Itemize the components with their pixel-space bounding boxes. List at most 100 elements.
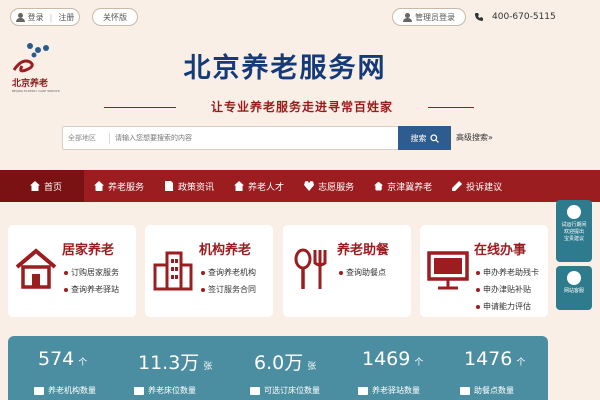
feedback-line: 欢迎提出: [563, 229, 584, 235]
search-bar: 全部地区 搜索: [62, 126, 451, 150]
card-link[interactable]: 申办养老助残卡: [476, 267, 539, 278]
stat-label: 助餐点数量: [460, 385, 514, 396]
card-online-service[interactable]: 在线办事 申办养老助残卡 申办津贴补贴 申请能力评估: [420, 225, 548, 317]
admin-login-button[interactable]: 管理员登录: [392, 8, 466, 26]
customer-service-label: 网站客服: [563, 288, 584, 294]
house-icon: [15, 248, 57, 289]
card-title: 机构养老: [199, 243, 252, 258]
card-link[interactable]: 查询助餐点: [339, 267, 386, 278]
card-link-label: 申办养老助残卡: [483, 268, 539, 277]
feedback-line: 宝贵建议: [563, 236, 584, 242]
nav-item-label: 政策资讯: [178, 182, 215, 193]
bullet: [201, 287, 205, 292]
stat-value: 574 个: [38, 348, 88, 370]
register-link[interactable]: 注册: [58, 12, 74, 23]
nav-item-volunteer[interactable]: 志愿服务: [294, 170, 364, 202]
admin-login-label: 管理员登录: [415, 12, 455, 22]
card-title: 在线办事: [474, 243, 527, 258]
card-link-label: 查询助餐点: [346, 268, 386, 277]
card-link[interactable]: 订购居家服务: [64, 267, 119, 278]
bullet: [201, 270, 205, 275]
logo-emblem-icon: [12, 43, 49, 73]
stat-label: 养老床位数量: [134, 385, 196, 396]
search-button-label: 搜索: [410, 133, 427, 143]
site-logo[interactable]: 北京养老 BEIJING ELDERLY CARE SERVICE: [8, 40, 88, 100]
nav-item-talent[interactable]: 养老人才: [224, 170, 294, 202]
chat-icon: [567, 271, 581, 285]
bullet: [339, 270, 343, 275]
stats-panel: 574 个 养老机构数量 11.3万张 养老床位数量 6.0万张 可选订床位数量 …: [8, 336, 548, 400]
login-link[interactable]: 登录: [28, 12, 44, 23]
nav-item-label: 志愿服务: [318, 182, 355, 193]
fork-spoon-icon: [294, 248, 327, 289]
building-icon: [34, 386, 44, 395]
hand-icon: [94, 181, 105, 191]
slogan-divider-right: [428, 107, 474, 108]
search-input[interactable]: [115, 130, 395, 146]
stat-value: 1469 个: [362, 348, 424, 370]
main-nav: 首页 养老服务 政策资讯 养老人才 志愿服务 京津冀养老 投诉建议: [0, 170, 600, 202]
feedback-icon: [567, 205, 581, 219]
card-link-label: 查询养老机构: [208, 268, 256, 277]
stat-value: 1476 个: [464, 348, 526, 370]
hotline: 400-670-5115: [474, 9, 556, 25]
card-link[interactable]: 查询养老机构: [201, 267, 256, 278]
card-link-label: 申办津贴补贴: [483, 285, 531, 294]
feedback-float-button[interactable]: 试运行期间 欢迎提出 宝贵建议: [556, 200, 592, 262]
nav-item-label: 首页: [44, 182, 63, 193]
card-link[interactable]: 查询养老驿站: [64, 284, 119, 295]
login-register-pill: 登录 | 注册: [10, 8, 80, 26]
card-link[interactable]: 申请能力评估: [476, 301, 531, 312]
stat-label: 可选订床位数量: [250, 385, 320, 396]
logo-subtext: BEIJING ELDERLY CARE SERVICE: [12, 89, 60, 93]
nav-item-label: 投诉建议: [466, 182, 503, 193]
card-link[interactable]: 申办津贴补贴: [476, 284, 531, 295]
separator: |: [49, 12, 53, 22]
bullet: [476, 270, 480, 275]
bed-icon: [134, 386, 144, 395]
card-meal-service[interactable]: 养老助餐 查询助餐点: [283, 225, 411, 317]
people-icon: [234, 181, 245, 191]
phone-icon: [475, 13, 483, 21]
customer-service-button[interactable]: 网站客服: [556, 266, 592, 310]
nodes-icon: [374, 181, 384, 191]
stat-label: 养老机构数量: [34, 385, 96, 396]
bullet: [476, 287, 480, 292]
stat-value: 6.0万张: [254, 352, 317, 374]
doc-icon: [165, 181, 174, 191]
bullet: [64, 287, 68, 292]
search-button[interactable]: 搜索: [398, 126, 451, 150]
search-icon: [429, 133, 439, 143]
logo-text: 北京养老: [12, 79, 49, 89]
nav-item-label: 京津冀养老: [387, 182, 433, 193]
card-link-label: 签订服务合同: [208, 285, 256, 294]
card-title: 居家养老: [62, 243, 115, 258]
card-home-care[interactable]: 居家养老 订购居家服务 查询养老驿站: [8, 225, 136, 317]
monitor-icon: [427, 251, 469, 290]
site-slogan: 让专业养老服务走进寻常百姓家: [210, 100, 393, 114]
nav-item-elderly-service[interactable]: 养老服务: [84, 170, 154, 202]
nav-item-home[interactable]: 首页: [0, 170, 85, 202]
card-institution-care[interactable]: 机构养老 查询养老机构 签订服务合同: [145, 225, 273, 317]
advanced-search-link[interactable]: 高级搜索»: [456, 132, 493, 143]
nav-item-policy[interactable]: 政策资讯: [154, 170, 224, 202]
heart-icon: [304, 181, 315, 191]
bullet: [476, 304, 480, 309]
bullet: [64, 270, 68, 275]
nav-item-label: 养老人才: [248, 182, 285, 193]
top-bar: 登录 | 注册 关怀版 管理员登录 400-670-5115: [0, 0, 600, 34]
slogan-divider-left: [104, 107, 176, 108]
care-mode-button[interactable]: 关怀版: [92, 8, 138, 26]
nav-item-complaint[interactable]: 投诉建议: [442, 170, 512, 202]
building-icon: [153, 251, 193, 291]
card-link-label: 查询养老驿站: [71, 285, 119, 294]
hotline-number: 400-670-5115: [492, 12, 556, 22]
card-link[interactable]: 签订服务合同: [201, 284, 256, 295]
user-icon: [15, 12, 25, 22]
nav-item-jingjinji[interactable]: 京津冀养老: [364, 170, 442, 202]
region-select[interactable]: 全部地区: [68, 133, 96, 143]
search-divider: [109, 133, 110, 144]
stat-value: 11.3万张: [138, 352, 213, 374]
home-icon: [30, 181, 40, 191]
feedback-line: 试运行期间: [561, 222, 587, 228]
